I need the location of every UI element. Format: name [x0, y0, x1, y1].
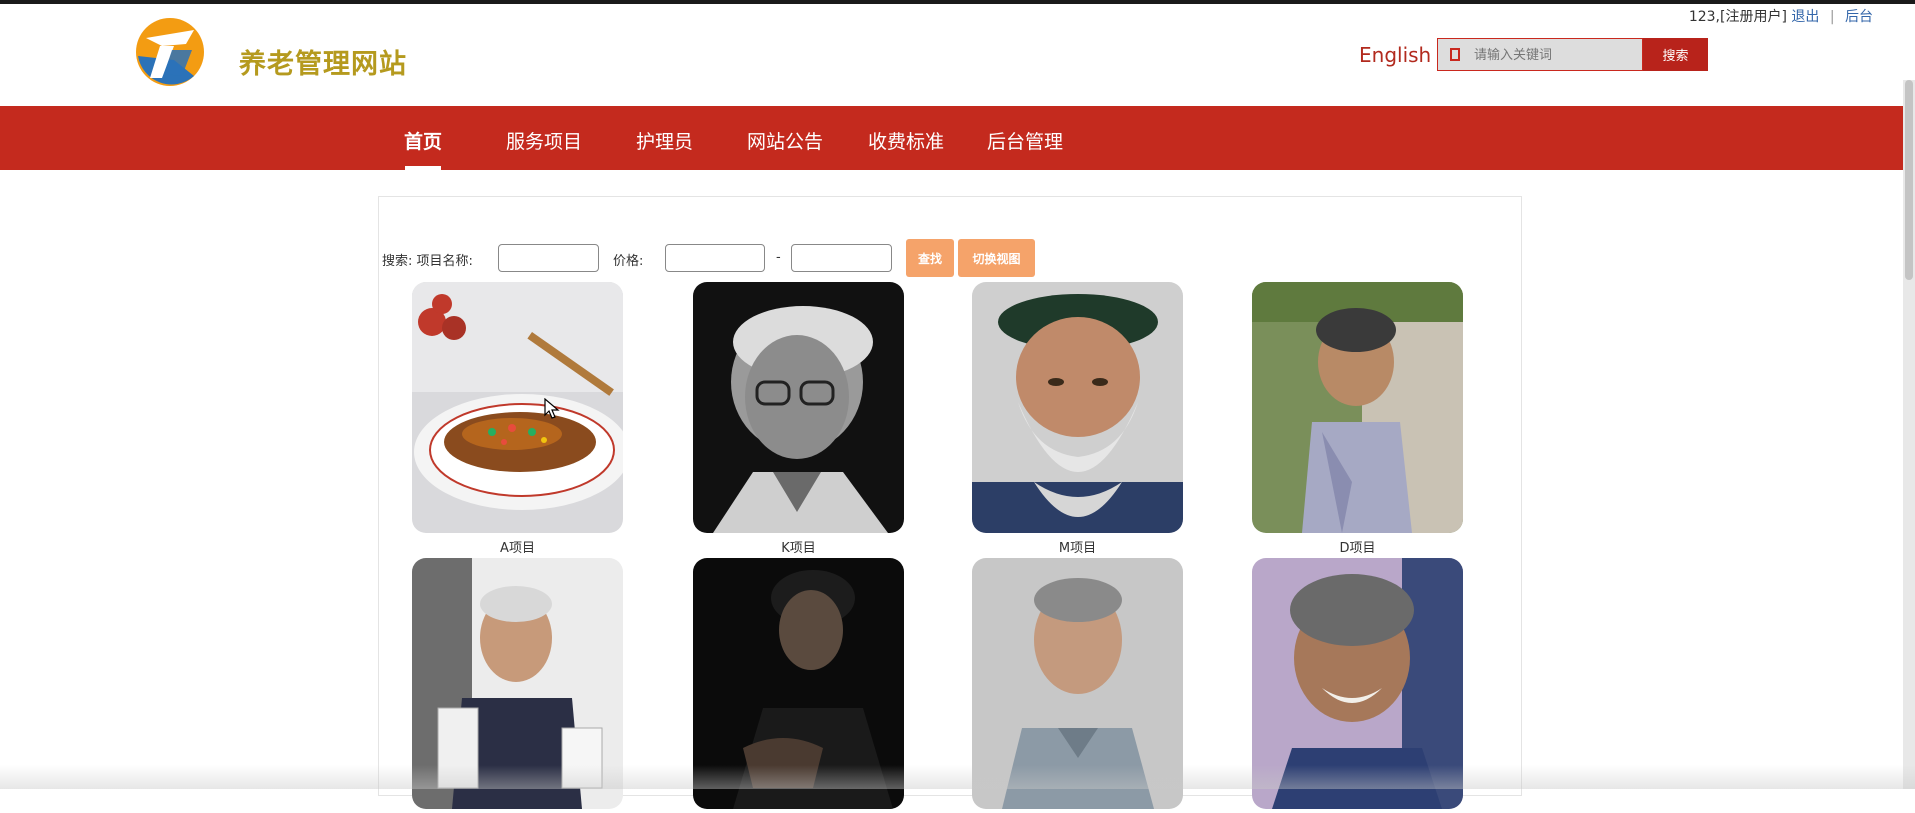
nav-active-indicator: [405, 166, 441, 170]
project-card[interactable]: M项目: [972, 282, 1183, 556]
project-card[interactable]: A项目: [412, 282, 623, 556]
logout-link[interactable]: 退出: [1791, 9, 1819, 25]
user-bar: 123,[注册用户] 退出 | 后台: [1689, 6, 1873, 26]
project-caption[interactable]: A项目: [412, 537, 623, 556]
price-min-input[interactable]: [665, 244, 765, 272]
admin-link[interactable]: 后台: [1845, 9, 1873, 25]
bottom-shadow: [0, 765, 1915, 789]
nav-item-home[interactable]: 首页: [404, 127, 442, 154]
page-scrollbar[interactable]: [1903, 80, 1915, 789]
project-caption[interactable]: M项目: [972, 537, 1183, 556]
name-filter-input[interactable]: [498, 244, 599, 272]
nav-item-services[interactable]: 服务项目: [506, 127, 582, 154]
english-link[interactable]: English: [1359, 43, 1431, 67]
project-image[interactable]: [693, 282, 904, 533]
nav-item-fees[interactable]: 收费标准: [868, 127, 944, 154]
main-nav: 首页 服务项目 护理员 网站公告 收费标准 后台管理: [0, 106, 1903, 170]
search-box[interactable]: [1437, 38, 1643, 71]
nav-item-caregivers[interactable]: 护理员: [636, 127, 693, 154]
search-icon: [1450, 48, 1460, 61]
project-image[interactable]: [1252, 282, 1463, 533]
project-card[interactable]: K项目: [693, 282, 904, 556]
user-info: 123,[注册用户]: [1688, 9, 1787, 25]
price-filter-label: 价格:: [613, 254, 644, 269]
site-logo: [136, 18, 204, 86]
site-title: 养老管理网站: [239, 49, 407, 80]
project-caption[interactable]: K项目: [693, 537, 904, 556]
find-button[interactable]: 查找: [906, 239, 954, 277]
name-filter-label: 搜索: 项目名称:: [382, 254, 473, 269]
search-button[interactable]: 搜索: [1643, 38, 1708, 71]
separator: |: [1829, 9, 1835, 25]
project-caption[interactable]: D项目: [1252, 537, 1463, 556]
mouse-cursor-icon: [544, 398, 560, 419]
project-image[interactable]: [412, 282, 623, 533]
nav-item-admin[interactable]: 后台管理: [987, 127, 1063, 154]
switch-view-button[interactable]: 切换视图: [958, 239, 1035, 277]
project-card[interactable]: D项目: [1252, 282, 1463, 556]
project-image[interactable]: [972, 282, 1183, 533]
nav-item-announcements[interactable]: 网站公告: [747, 127, 823, 154]
price-range-dash: -: [776, 250, 781, 265]
price-max-input[interactable]: [791, 244, 892, 272]
scrollbar-thumb[interactable]: [1905, 80, 1913, 280]
search-input[interactable]: [1474, 44, 1634, 66]
